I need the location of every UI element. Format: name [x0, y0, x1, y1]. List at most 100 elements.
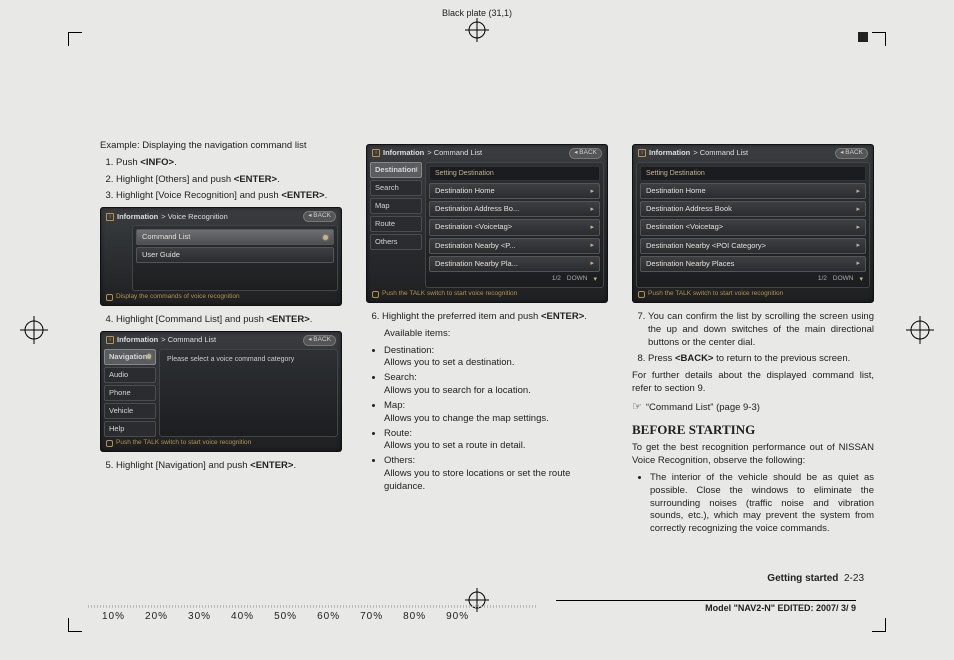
step-8-pre: Press: [648, 353, 675, 364]
example-intro: Example: Displaying the navigation comma…: [100, 140, 342, 153]
info-button-label: <INFO>: [140, 157, 174, 168]
step-2-post: .: [277, 174, 280, 185]
device3-title-a: Information: [383, 148, 424, 158]
device3-tab-search: Search: [370, 180, 422, 196]
step-7: You can confirm the list by scrolling th…: [648, 311, 874, 349]
device-command-list-destination: i Information > Command List ◂ BACK Dest…: [366, 144, 608, 303]
device3-tab-others: Others: [370, 234, 422, 250]
device2-tab-phone: Phone: [104, 385, 156, 401]
pct-50: 50%: [274, 611, 297, 622]
info-icon: i: [106, 213, 114, 221]
item-destination: Destination:Allows you to set a destinat…: [384, 345, 608, 371]
step-3-post: .: [325, 190, 328, 201]
step-6: Highlight the preferred item and push <E…: [382, 311, 608, 324]
before-starting-intro: To get the best recognition performance …: [632, 442, 874, 468]
device1-row-user-guide: User Guide: [136, 247, 334, 263]
device3-tab-route: Route: [370, 216, 422, 232]
mic-icon: [106, 294, 113, 301]
footer-section: Getting started: [767, 573, 838, 584]
page-footer: Getting started 2-23: [767, 573, 864, 584]
device3-pager-label: DOWN: [567, 275, 588, 284]
pct-70: 70%: [360, 611, 383, 622]
device3-row-1: Destination Address Bo...▸: [429, 201, 600, 217]
column-3: i Information > Command List ◂ BACK Sett…: [632, 140, 874, 560]
mic-icon: [106, 440, 113, 447]
black-plate-box: [858, 32, 868, 42]
device4-row-3: Destination Nearby <POI Category>▸: [640, 238, 866, 254]
crossref-text: “Command List” (page 9-3): [646, 402, 760, 415]
pct-80: 80%: [403, 611, 426, 622]
device-voice-recognition-screen: i Information > Voice Recognition ◂ BACK…: [100, 207, 342, 306]
heading-before-starting: BEFORE STARTING: [632, 421, 874, 439]
plate-header: Black plate (31,1): [0, 8, 954, 18]
enter-button-label: <ENTER>: [281, 190, 324, 201]
step-4: Highlight [Command List] and push <ENTER…: [116, 314, 342, 327]
step-4-post: .: [310, 314, 313, 325]
device4-header-row: Setting Destination: [640, 166, 866, 181]
before-starting-bullet-1: The interior of the vehicle should be as…: [650, 472, 874, 536]
device-command-list-full: i Information > Command List ◂ BACK Sett…: [632, 144, 874, 303]
enter-button-label: <ENTER>: [267, 314, 310, 325]
device2-tab-help: Help: [104, 421, 156, 437]
registration-mark-bottom: [465, 588, 489, 612]
device4-back-button: ◂ BACK: [835, 148, 868, 159]
device2-tab-navigation: Navigation: [104, 349, 156, 365]
step-6-post: .: [584, 311, 587, 322]
device3-tab-map: Map: [370, 198, 422, 214]
device4-title-b: > Command List: [693, 148, 748, 158]
crop-mark-bottom-right: [872, 618, 886, 632]
step-4-text: Highlight [Command List] and push: [116, 314, 267, 325]
device2-tab-audio: Audio: [104, 367, 156, 383]
footer-page-number: 2-23: [844, 573, 864, 584]
pct-20: 20%: [145, 611, 168, 622]
device4-footer: Push the TALK switch to start voice reco…: [648, 290, 783, 299]
step-5: Highlight [Navigation] and push <ENTER>.: [116, 460, 342, 473]
percentage-row: 10% 20% 30% 40% 50% 60% 70% 80% 90%: [102, 611, 469, 622]
enter-button-label: <ENTER>: [250, 460, 293, 471]
content-columns: Example: Displaying the navigation comma…: [100, 140, 874, 560]
device4-title-a: Information: [649, 148, 690, 158]
step-8-post: to return to the previous screen.: [713, 353, 850, 364]
percentage-band: [88, 605, 538, 608]
step-1-text: Push: [116, 157, 140, 168]
down-arrow-icon: ▾: [859, 275, 863, 284]
step-1: Push <INFO>.: [116, 157, 342, 170]
info-icon: i: [106, 336, 114, 344]
device-command-list-categories: i Information > Command List ◂ BACK Navi…: [100, 331, 342, 452]
info-icon: i: [638, 149, 646, 157]
device3-row-3: Destination Nearby <P...▸: [429, 238, 600, 254]
item-others: Others:Allows you to store locations or …: [384, 455, 608, 493]
device4-row-0: Destination Home▸: [640, 183, 866, 199]
device3-back-button: ◂ BACK: [569, 148, 602, 159]
step-3-text: Highlight [Voice Recognition] and push: [116, 190, 281, 201]
step-2-text: Highlight [Others] and push: [116, 174, 234, 185]
registration-mark-top: [465, 18, 489, 42]
device3-header-row: Setting Destination: [429, 166, 600, 181]
mic-icon: [638, 291, 645, 298]
device2-title-a: Information: [117, 335, 158, 345]
device3-pager: 1/2: [552, 275, 561, 284]
device2-tab-vehicle: Vehicle: [104, 403, 156, 419]
device1-back-button: ◂ BACK: [303, 211, 336, 222]
step-8: Press <BACK> to return to the previous s…: [648, 353, 874, 366]
device3-tab-destination: Destination: [370, 162, 422, 178]
pct-10: 10%: [102, 611, 125, 622]
device3-footer: Push the TALK switch to start voice reco…: [382, 290, 517, 299]
available-items-label: Available items:: [366, 328, 608, 341]
step-1-post: .: [174, 157, 177, 168]
item-map: Map:Allows you to change the map setting…: [384, 400, 608, 426]
column-1: Example: Displaying the navigation comma…: [100, 140, 342, 560]
step-2: Highlight [Others] and push <ENTER>.: [116, 174, 342, 187]
device3-row-2: Destination <Voicetag>▸: [429, 219, 600, 235]
step-6-text: Highlight the preferred item and push: [382, 311, 541, 322]
device1-footer: Display the commands of voice recognitio…: [116, 293, 240, 302]
mic-icon: [372, 291, 379, 298]
step-5-text: Highlight [Navigation] and push: [116, 460, 250, 471]
registration-mark-right: [906, 316, 934, 344]
crossref-icon: ☞: [632, 400, 642, 415]
device4-row-4: Destination Nearby Places▸: [640, 256, 866, 272]
device2-footer: Push the TALK switch to start voice reco…: [116, 439, 251, 448]
device3-row-0: Destination Home▸: [429, 183, 600, 199]
enter-button-label: <ENTER>: [234, 174, 277, 185]
crop-mark-top-right: [872, 32, 886, 46]
